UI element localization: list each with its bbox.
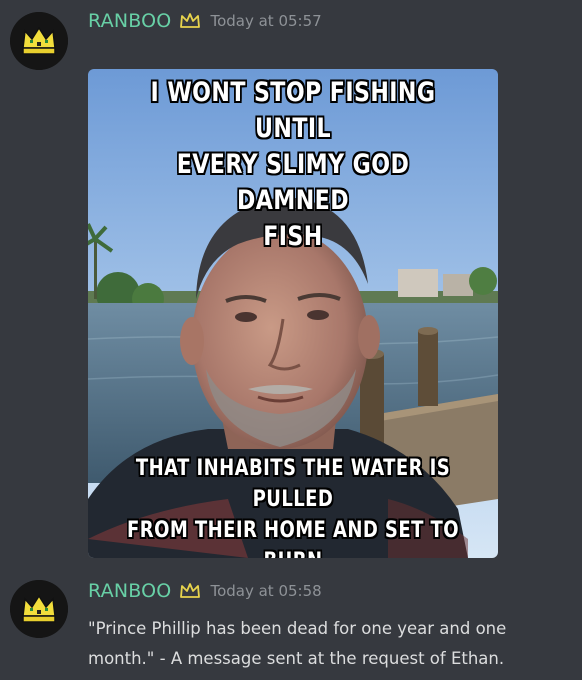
message-header: RANBOO Today at 05:57 <box>88 10 322 32</box>
meme-top-caption: I WONT STOP FISHING UNTIL EVERY SLIMY GOD… <box>150 77 436 252</box>
crown-avatar-icon <box>10 580 68 638</box>
image-attachment[interactable]: I WONT STOP FISHING UNTIL EVERY SLIMY GOD… <box>88 69 498 558</box>
crown-icon <box>179 12 201 30</box>
timestamp: Today at 05:57 <box>210 12 322 30</box>
crown-icon <box>179 582 201 600</box>
crown-avatar-icon <box>10 12 68 70</box>
user-avatar[interactable] <box>10 12 68 70</box>
message-text: "Prince Phillip has been dead for one ye… <box>88 619 507 668</box>
username[interactable]: RANBOO <box>88 10 171 32</box>
user-avatar[interactable] <box>10 580 68 638</box>
message-header: RANBOO Today at 05:58 <box>88 580 322 602</box>
timestamp: Today at 05:58 <box>210 582 322 600</box>
meme-bottom-caption: THAT INHABITS THE WATER IS PULLED FROM TH… <box>127 456 459 558</box>
username[interactable]: RANBOO <box>88 580 171 602</box>
